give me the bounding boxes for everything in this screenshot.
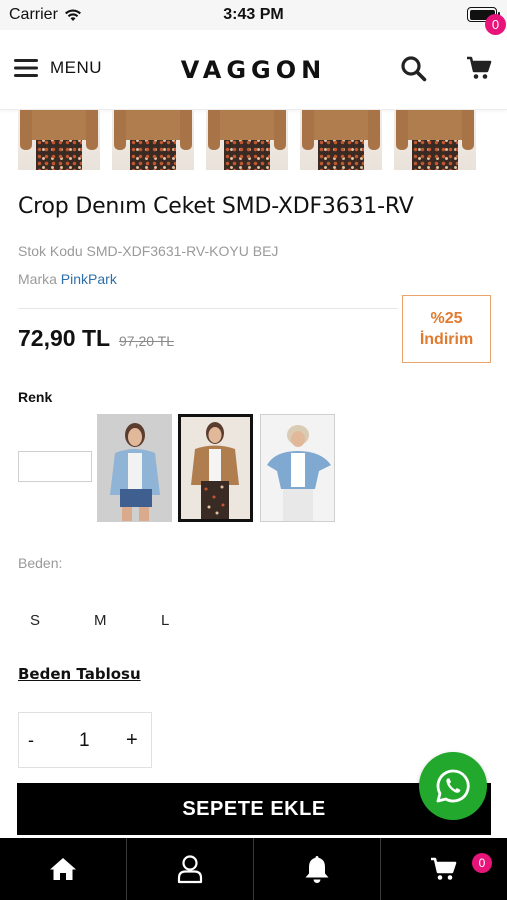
brand-logo[interactable]: VAGGON: [0, 56, 507, 84]
status-time: 3:43 PM: [223, 6, 284, 23]
divider: [18, 308, 398, 309]
stock-code-value: SMD-XDF3631-RV-KOYU BEJ: [86, 243, 279, 259]
app-header: MENU VAGGON: [0, 30, 507, 110]
size-table-link[interactable]: Beden Tablosu: [18, 665, 141, 683]
brand-label: Marka: [18, 271, 57, 287]
product-thumbnail[interactable]: [394, 110, 476, 170]
variant-image: [261, 415, 334, 521]
color-variant-denim[interactable]: [97, 414, 172, 522]
product-thumbnail[interactable]: [112, 110, 194, 170]
current-price: 72,90 TL: [18, 325, 111, 351]
stock-code: Stok Kodu SMD-XDF3631-RV-KOYU BEJ: [18, 243, 278, 259]
brand-row: Marka PinkPark: [18, 271, 117, 287]
variant-image: [98, 415, 171, 521]
discount-label: İndirim: [419, 330, 474, 348]
discount-badge: %25 İndirim: [402, 295, 491, 363]
user-icon: [177, 855, 203, 884]
home-icon: [50, 858, 76, 880]
status-bar: Carrier 3:43 PM: [0, 0, 507, 30]
color-variant-light-blue[interactable]: [260, 414, 335, 522]
cart-icon: [467, 56, 492, 79]
quantity-increase-button[interactable]: +: [126, 729, 138, 752]
size-option-m[interactable]: M: [94, 612, 107, 629]
color-swatch[interactable]: [18, 451, 92, 482]
bottom-navigation: [0, 838, 507, 900]
size-option-l[interactable]: L: [161, 612, 169, 629]
quantity-stepper: - 1 +: [18, 712, 152, 768]
product-thumbnail[interactable]: [300, 110, 382, 170]
whatsapp-icon: [436, 769, 470, 803]
nav-account[interactable]: [126, 838, 253, 900]
product-thumbnail[interactable]: [18, 110, 100, 170]
quantity-decrease-button[interactable]: -: [28, 730, 34, 751]
search-button[interactable]: [400, 55, 427, 87]
old-price: 97,20 TL: [119, 333, 175, 349]
color-variant-beige[interactable]: [178, 414, 253, 522]
size-option-s[interactable]: S: [30, 612, 40, 629]
cart-icon: [431, 857, 457, 880]
quantity-value[interactable]: 1: [79, 730, 90, 752]
brand-link[interactable]: PinkPark: [61, 271, 117, 287]
header-cart-button[interactable]: [466, 55, 492, 86]
product-title: Crop Denım Ceket SMD-XDF3631-RV: [18, 194, 414, 219]
nav-cart-badge: 0: [472, 853, 492, 873]
search-icon: [401, 56, 427, 82]
bell-icon: [305, 856, 329, 883]
nav-home[interactable]: [0, 838, 126, 900]
size-label: Beden:: [18, 555, 63, 571]
header-cart-badge: 0: [485, 14, 506, 35]
variant-image: [181, 417, 250, 519]
nav-notifications[interactable]: [253, 838, 380, 900]
whatsapp-button[interactable]: [419, 752, 487, 820]
color-label: Renk: [18, 389, 53, 405]
product-thumbnail[interactable]: [206, 110, 288, 170]
stock-code-label: Stok Kodu: [18, 243, 83, 259]
discount-percent: %25: [430, 309, 463, 327]
product-image-strip[interactable]: [18, 110, 498, 170]
